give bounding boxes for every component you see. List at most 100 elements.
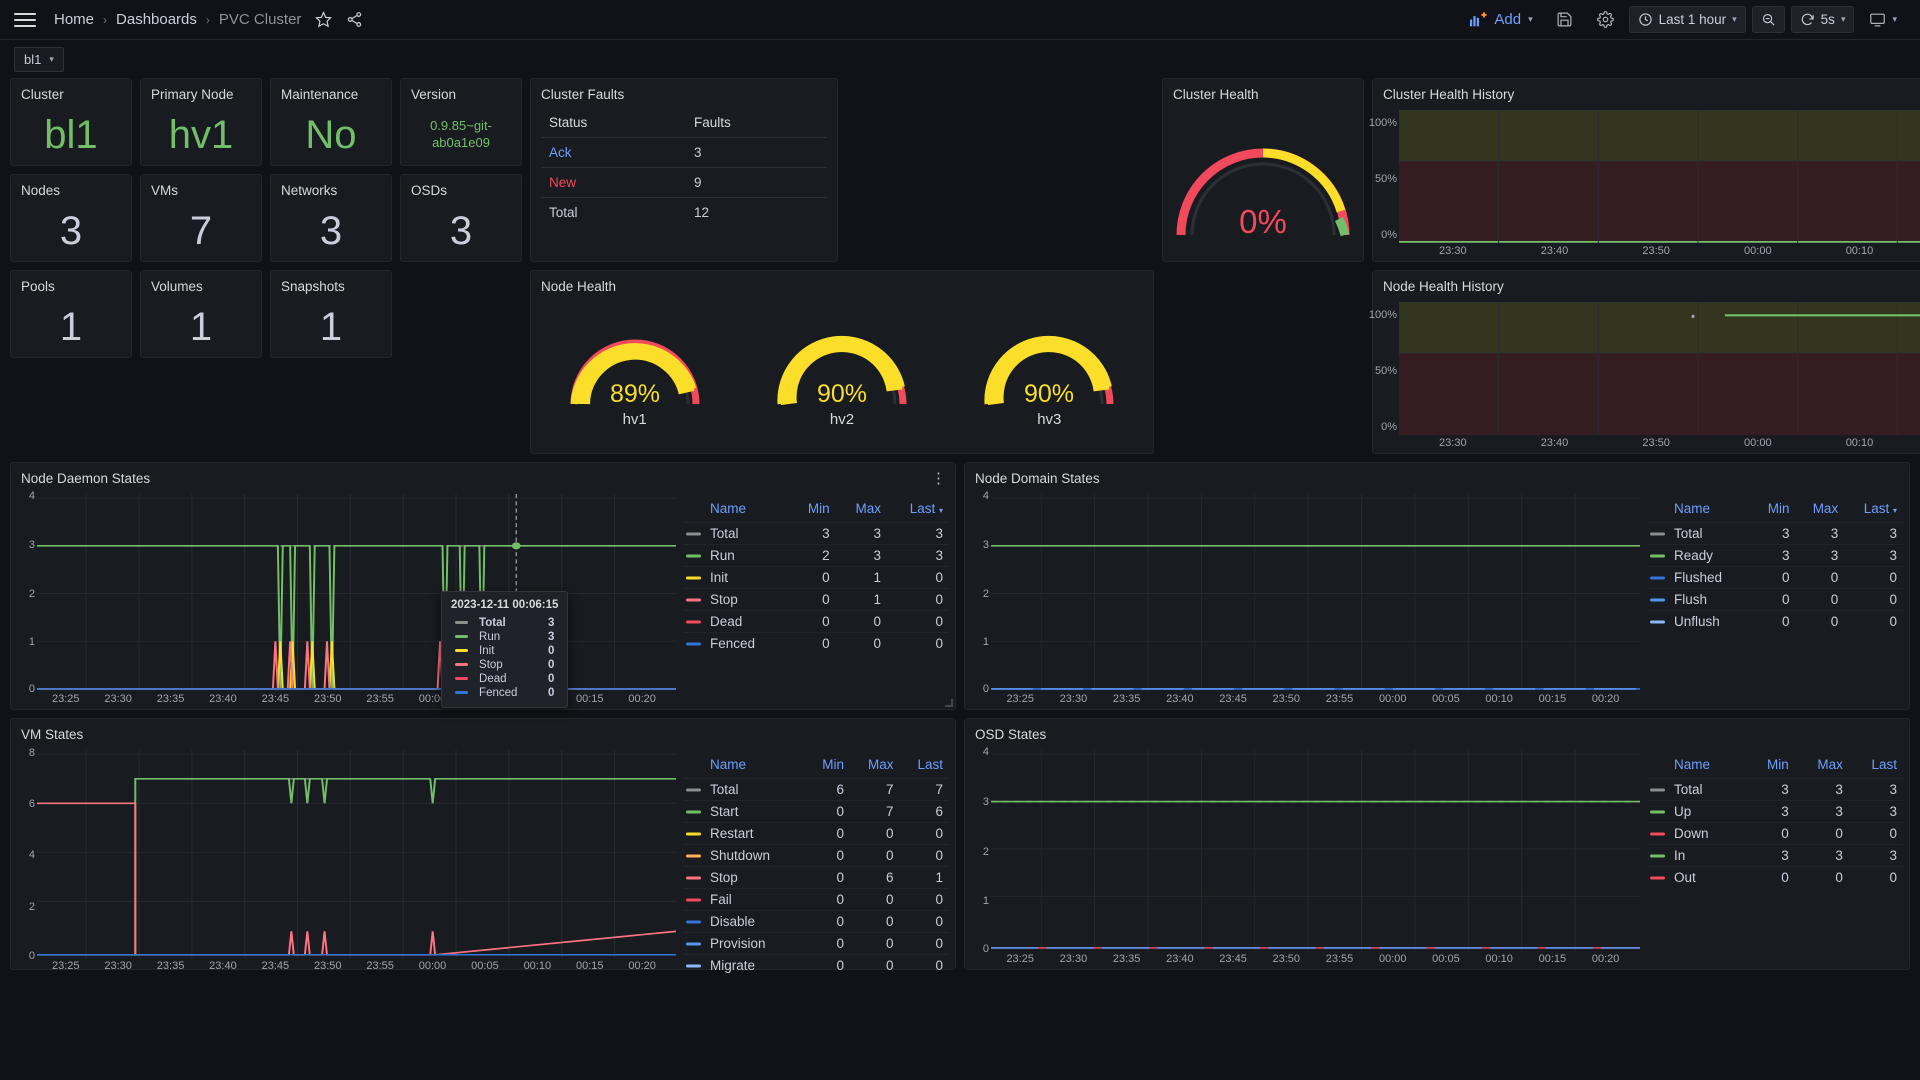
legend-row[interactable]: Migrate000	[684, 955, 949, 977]
legend-row[interactable]: Total333	[1648, 523, 1903, 545]
legend-header-last[interactable]: Last ▾	[887, 498, 949, 523]
panel-cluster-faults[interactable]: Cluster Faults Status Faults Ack 3	[530, 78, 838, 262]
cluster-variable-dropdown[interactable]: bl1 ▾	[14, 47, 64, 72]
dashboard-row-states-1: Node Daemon States ⋮ 4 3 2 1 0	[10, 462, 1910, 710]
x-tick: 00:15	[576, 960, 604, 972]
legend-header-min[interactable]: Min	[1752, 498, 1796, 523]
legend-header-max[interactable]: Max	[850, 754, 899, 779]
panel-node-health-history[interactable]: Node Health History 100% 50% 0%	[1372, 270, 1920, 454]
legend-header-max[interactable]: Max	[1795, 754, 1849, 779]
legend-header-name[interactable]: Name	[1648, 498, 1752, 523]
legend-row[interactable]: Out000	[1648, 867, 1903, 889]
plot-canvas	[37, 494, 676, 691]
legend-header-min[interactable]: Min	[789, 498, 835, 523]
legend-row[interactable]: Ready333	[1648, 545, 1903, 567]
stat-panel-osds[interactable]: OSDs 3	[400, 174, 522, 262]
stat-panel-pools[interactable]: Pools 1	[10, 270, 132, 358]
legend-last: 3	[1849, 845, 1903, 867]
column-header-status[interactable]: Status	[541, 108, 686, 138]
tooltip-row: Total 3	[451, 616, 558, 630]
legend-min: 0	[1746, 823, 1795, 845]
legend-row[interactable]: Up333	[1648, 801, 1903, 823]
legend-row[interactable]: Flushed000	[1648, 567, 1903, 589]
legend-row[interactable]: Stop010	[684, 589, 949, 611]
zoom-out-time-button[interactable]	[1752, 6, 1785, 33]
panel-resize-handle[interactable]	[945, 699, 953, 707]
legend-row[interactable]: Flush000	[1648, 589, 1903, 611]
legend-row[interactable]: Run233	[684, 545, 949, 567]
panel-vm-states[interactable]: VM States 8 6 4 2 0	[10, 718, 956, 970]
legend-row[interactable]: Stop061	[684, 867, 949, 889]
breadcrumb-item-home[interactable]: Home	[54, 11, 94, 28]
fault-status[interactable]: Ack	[541, 138, 686, 168]
save-dashboard-button[interactable]	[1547, 5, 1582, 34]
legend-header-min[interactable]: Min	[1746, 754, 1795, 779]
hamburger-icon[interactable]	[14, 13, 36, 27]
stat-panel-volumes[interactable]: Volumes 1	[140, 270, 262, 358]
stat-panel-networks[interactable]: Networks 3	[270, 174, 392, 262]
legend-row[interactable]: Start076	[684, 801, 949, 823]
legend-header-max[interactable]: Max	[1796, 498, 1845, 523]
stat-panel-nodes[interactable]: Nodes 3	[10, 174, 132, 262]
legend-max: 0	[1795, 867, 1849, 889]
legend-series-name: Start	[684, 801, 805, 823]
legend-row[interactable]: In333	[1648, 845, 1903, 867]
legend-row[interactable]: Shutdown000	[684, 845, 949, 867]
svg-text:0%: 0%	[1239, 203, 1287, 240]
legend-row[interactable]: Down000	[1648, 823, 1903, 845]
legend-last: 0	[1844, 567, 1903, 589]
legend-header-name[interactable]: Name	[684, 498, 789, 523]
time-range-picker[interactable]: Last 1 hour ▾	[1629, 6, 1746, 33]
x-tick: 23:50	[1273, 693, 1301, 705]
legend-row[interactable]: Dead000	[684, 611, 949, 633]
legend-row[interactable]: Provision000	[684, 933, 949, 955]
legend-header-max[interactable]: Max	[836, 498, 887, 523]
stat-panel-maintenance[interactable]: Maintenance No	[270, 78, 392, 166]
stat-panel-cluster[interactable]: Cluster bl1	[10, 78, 132, 166]
add-panel-button[interactable]: Add ▾	[1462, 7, 1540, 32]
stat-value: bl1	[11, 104, 131, 165]
chevron-down-icon[interactable]: ▾	[1892, 14, 1897, 25]
legend-row[interactable]: Fail000	[684, 889, 949, 911]
panel-cluster-health[interactable]: Cluster Health 0%	[1162, 78, 1364, 262]
panel-node-daemon-states[interactable]: Node Daemon States ⋮ 4 3 2 1 0	[10, 462, 956, 710]
legend-row[interactable]: Unflush000	[1648, 611, 1903, 633]
dashboard-settings-button[interactable]	[1588, 5, 1623, 34]
panel-osd-states[interactable]: OSD States 4 3 2 1 0	[964, 718, 1910, 970]
legend-row[interactable]: Total677	[684, 779, 949, 801]
x-tick: 00:15	[1539, 693, 1567, 705]
legend-header-last[interactable]: Last	[1849, 754, 1903, 779]
stat-panel-version[interactable]: Version 0.9.85~git-ab0a1e09	[400, 78, 522, 166]
legend-row[interactable]: Init010	[684, 567, 949, 589]
star-icon[interactable]	[315, 11, 332, 28]
legend-header-last[interactable]: Last ▾	[1844, 498, 1903, 523]
legend-row[interactable]: Fenced000	[684, 633, 949, 655]
panel-cluster-health-history[interactable]: Cluster Health History 100% 50% 0%	[1372, 78, 1920, 262]
breadcrumb-item-dashboards[interactable]: Dashboards	[116, 11, 197, 28]
legend-row[interactable]: Disable000	[684, 911, 949, 933]
refresh-button[interactable]: 5s ▾	[1791, 6, 1855, 33]
legend-row[interactable]: Total333	[684, 523, 949, 545]
x-axis: 23:25 23:30 23:35 23:40 23:45 23:50 23:5…	[37, 960, 676, 976]
share-icon[interactable]	[346, 11, 363, 28]
panel-menu-icon[interactable]: ⋮	[931, 469, 947, 487]
legend-header-name[interactable]: Name	[1648, 754, 1746, 779]
legend-row[interactable]: Total333	[1648, 779, 1903, 801]
chart-area: 100% 50% 0%	[1373, 104, 1920, 261]
stat-panel-primary-node[interactable]: Primary Node hv1	[140, 78, 262, 166]
legend-header-min[interactable]: Min	[805, 754, 850, 779]
stat-panel-snapshots[interactable]: Snapshots 1	[270, 270, 392, 358]
panel-node-domain-states[interactable]: Node Domain States 4 3 2 1 0	[964, 462, 1910, 710]
stat-panel-vms[interactable]: VMs 7	[140, 174, 262, 262]
kiosk-mode-button[interactable]: ▾	[1860, 5, 1906, 34]
legend-header-last[interactable]: Last	[899, 754, 949, 779]
panel-node-health[interactable]: Node Health 89% hv1	[530, 270, 1154, 454]
legend-last: 0	[1849, 823, 1903, 845]
legend-header-name[interactable]: Name	[684, 754, 805, 779]
legend-row[interactable]: Restart000	[684, 823, 949, 845]
legend-last: 3	[887, 545, 949, 567]
panel-title: Node Daemon States	[11, 463, 955, 488]
legend-max: 3	[1795, 779, 1849, 801]
fault-status[interactable]: New	[541, 168, 686, 198]
column-header-faults[interactable]: Faults	[686, 108, 827, 138]
